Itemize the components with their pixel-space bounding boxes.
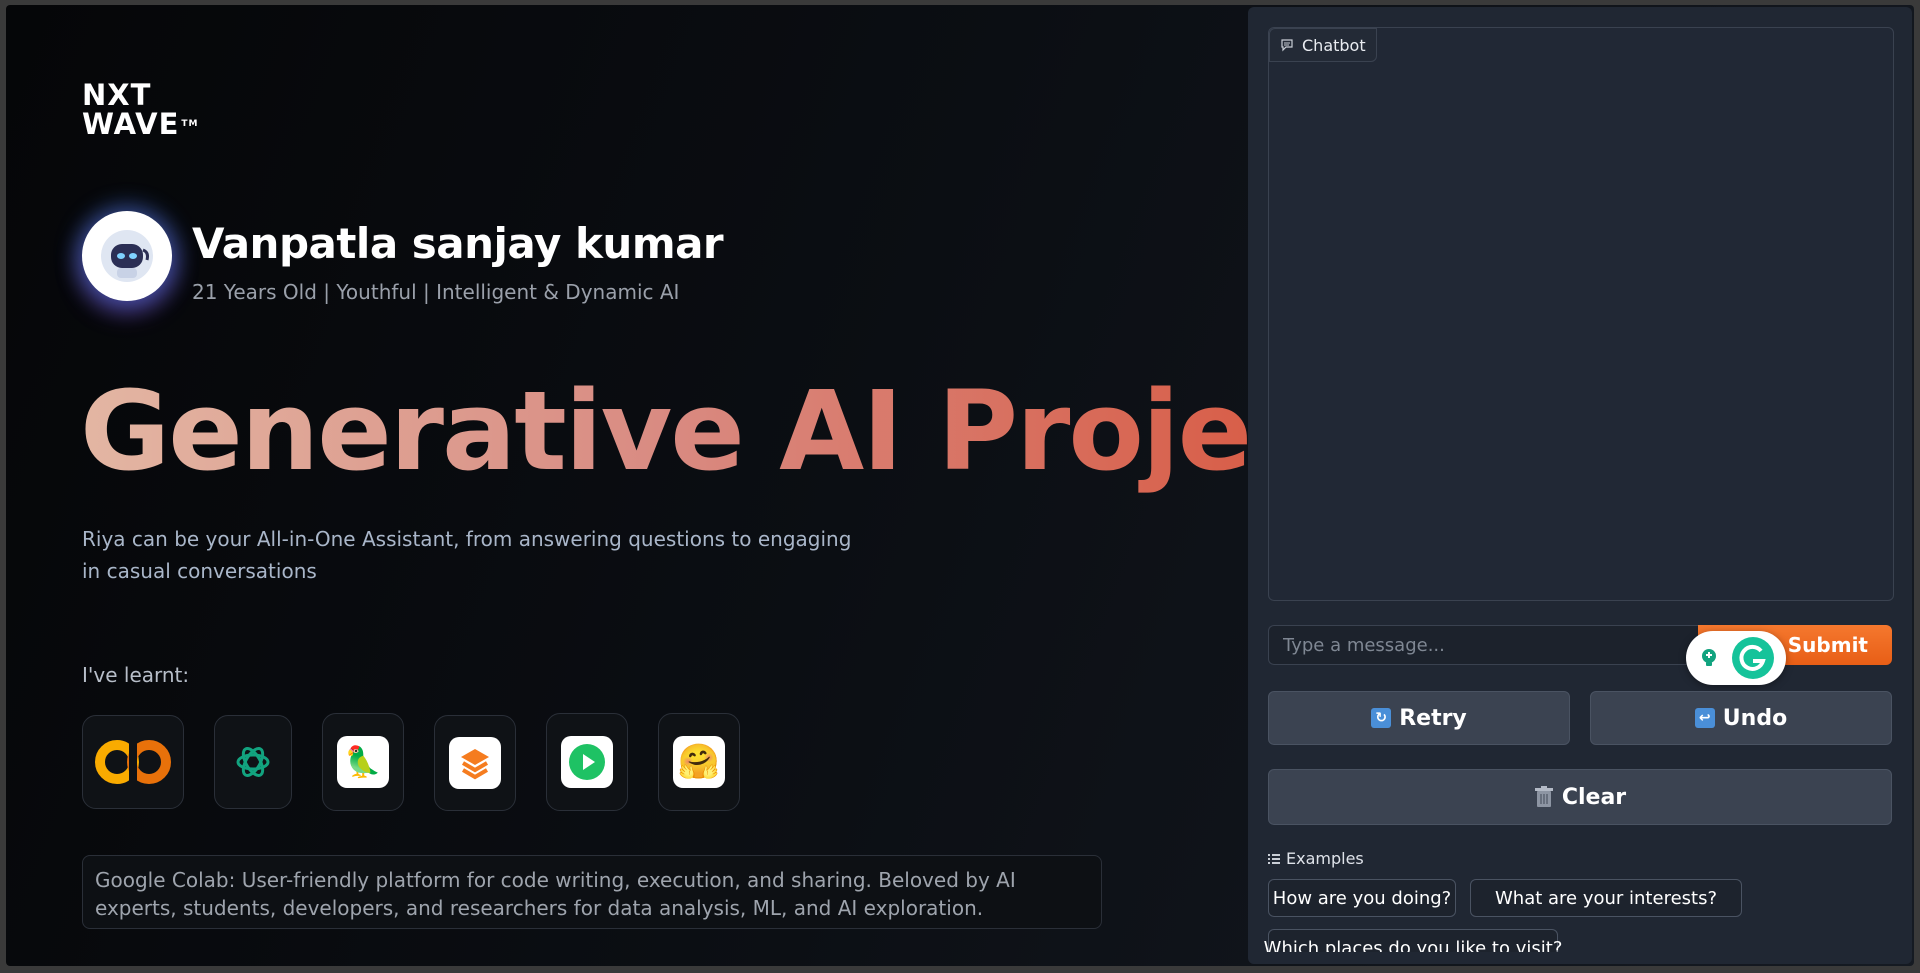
- tool-colab[interactable]: [82, 715, 184, 809]
- learnt-label: I've learnt:: [82, 663, 190, 687]
- huggingface-icon: 🤗: [673, 736, 725, 788]
- openai-icon: [236, 747, 270, 777]
- tool-huggingface[interactable]: 🤗: [658, 713, 740, 811]
- retry-icon: ↻: [1371, 708, 1392, 728]
- grammarly-widget[interactable]: [1686, 631, 1786, 685]
- retry-label: Retry: [1399, 705, 1467, 731]
- profile-name: Vanpatla sanjay kumar: [192, 219, 724, 268]
- undo-button[interactable]: ↩ Undo: [1590, 691, 1892, 745]
- play-icon: [561, 736, 613, 788]
- chatbot-area[interactable]: Chatbot: [1268, 27, 1894, 601]
- logo-line1: NXT: [82, 78, 152, 112]
- chat-bubble-icon: [1281, 39, 1293, 52]
- nxtwave-logo: NXT WAVE TM: [82, 78, 199, 141]
- hero-description: Riya can be your All-in-One Assistant, f…: [82, 527, 852, 583]
- example-chip[interactable]: What are your interests?: [1470, 879, 1742, 917]
- list-icon: [1268, 853, 1280, 864]
- tool-langchain[interactable]: 🦜: [322, 713, 404, 811]
- tool-stack[interactable]: [434, 715, 516, 811]
- clear-button[interactable]: Clear: [1268, 769, 1892, 825]
- hero-title: Generative AI Project: [80, 367, 1366, 495]
- chatbot-label-text: Chatbot: [1302, 35, 1366, 55]
- tool-description: Google Colab: User-friendly platform for…: [82, 855, 1102, 929]
- grammarly-icon[interactable]: [1730, 635, 1776, 681]
- app-window: NXT WAVE TM Vanpatla sanjay kumar 21 Year…: [6, 5, 1914, 966]
- logo-line2: WAVE: [82, 107, 180, 141]
- tool-play[interactable]: [546, 713, 628, 811]
- tool-openai[interactable]: [214, 715, 292, 809]
- example-chip[interactable]: How are you doing?: [1268, 879, 1456, 917]
- example-chip[interactable]: Which places do you like to visit?: [1264, 929, 1562, 952]
- examples-label: Examples: [1286, 849, 1364, 868]
- chat-panel: Chatbot Submit ↻ Retry: [1248, 7, 1912, 964]
- logo-tm: TM: [181, 119, 199, 129]
- message-input[interactable]: [1268, 625, 1698, 665]
- chatbot-label: Chatbot: [1269, 28, 1377, 62]
- stack-icon: [449, 737, 501, 789]
- lightbulb-icon[interactable]: [1698, 647, 1720, 669]
- retry-button[interactable]: ↻ Retry: [1268, 691, 1570, 745]
- examples-header: Examples: [1268, 849, 1364, 868]
- clear-label: Clear: [1561, 784, 1627, 810]
- undo-icon: ↩: [1694, 708, 1715, 728]
- trash-icon: [1534, 786, 1553, 807]
- robot-icon: [101, 230, 153, 282]
- langchain-icon: 🦜: [337, 736, 389, 788]
- profile-subtitle: 21 Years Old | Youthful | Intelligent & …: [192, 280, 680, 304]
- undo-label: Undo: [1722, 705, 1788, 731]
- avatar: [82, 211, 172, 301]
- colab-icon: [95, 740, 171, 784]
